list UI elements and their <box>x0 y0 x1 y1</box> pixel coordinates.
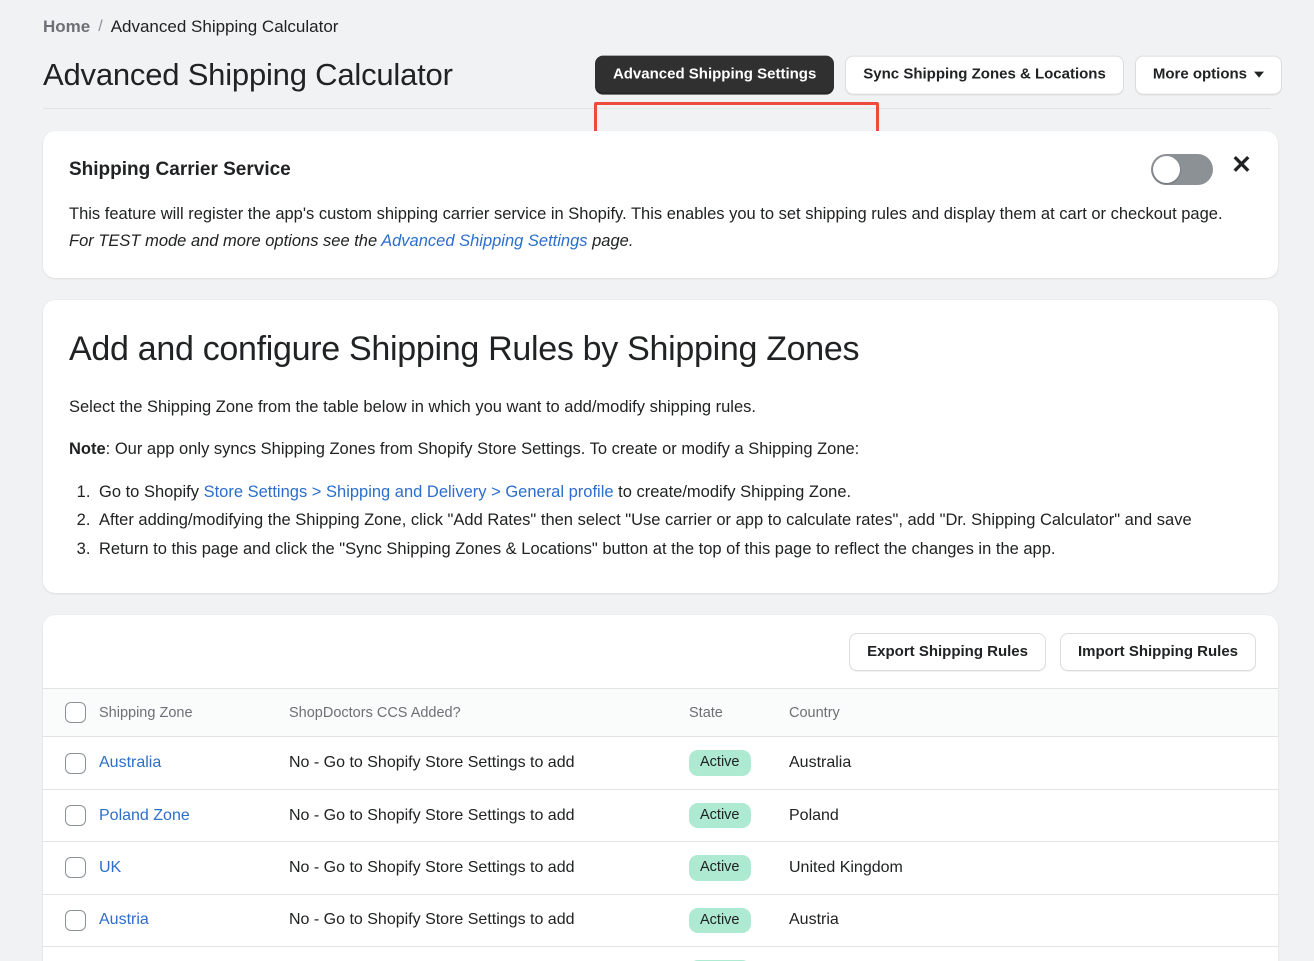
step-prefix: Go to Shopify <box>99 482 204 501</box>
column-header-shipping-zone[interactable]: Shipping Zone <box>93 688 283 738</box>
cell-shipping-zone: UK <box>93 841 283 895</box>
more-options-button[interactable]: More options <box>1134 55 1282 95</box>
cell-country: Austria <box>783 894 1278 948</box>
select-all-header <box>43 688 93 738</box>
breadcrumb-separator: / <box>98 18 103 35</box>
shipping-carrier-service-card: Shipping Carrier Service ✕ This feature … <box>43 131 1278 279</box>
header-actions: Advanced Shipping Settings Sync Shipping… <box>594 55 1282 95</box>
cell-ccs-added: No - Go to Shopify Store Settings to add <box>283 841 683 895</box>
list-item: Go to Shopify Store Settings > Shipping … <box>95 479 1252 506</box>
shipping-zone-link[interactable]: Poland Zone <box>99 807 190 824</box>
cell-country: Poland <box>783 789 1278 843</box>
chevron-down-icon <box>1254 71 1264 78</box>
import-shipping-rules-button[interactable]: Import Shipping Rules <box>1060 632 1256 672</box>
step-prefix: Return to this page and click the "Sync … <box>99 540 1056 558</box>
header-divider <box>43 108 1271 109</box>
row-checkbox[interactable] <box>65 805 86 827</box>
breadcrumb: Home / Advanced Shipping Calculator <box>32 0 1282 42</box>
step-prefix: After adding/modifying the Shipping Zone… <box>99 511 1192 530</box>
list-item: After adding/modifying the Shipping Zone… <box>95 507 1252 534</box>
note-label: Note <box>69 440 106 458</box>
carrier-card-title: Shipping Carrier Service <box>69 159 291 180</box>
step-suffix: to create/modify Shipping Zone. <box>613 482 852 501</box>
page-root: Home / Advanced Shipping Calculator Adva… <box>0 0 1314 961</box>
note-body: : Our app only syncs Shipping Zones from… <box>105 440 860 458</box>
status-badge: Active <box>689 855 751 881</box>
cell-state: Active <box>683 736 783 790</box>
table-row[interactable]: US Alaska/Hawaii No - Go to Shopify Stor… <box>43 946 1278 961</box>
table-row[interactable]: UK No - Go to Shopify Store Settings to … <box>43 841 1278 895</box>
cell-state: Active <box>683 894 783 948</box>
shipping-zone-link[interactable]: UK <box>99 859 121 876</box>
cell-ccs-added: No - Go to Shopify Store Settings to add <box>283 894 683 948</box>
table-row[interactable]: Australia No - Go to Shopify Store Setti… <box>43 736 1278 790</box>
cell-ccs-added: No - Go to Shopify Store Settings to add <box>283 736 683 790</box>
carrier-body-text: This feature will register the app's cus… <box>69 205 1223 223</box>
row-select-cell <box>43 946 93 961</box>
cell-shipping-zone: Australia <box>93 736 283 790</box>
row-select-cell <box>43 736 93 790</box>
cell-shipping-zone: Austria <box>93 894 283 948</box>
store-settings-link[interactable]: Store Settings > Shipping and Delivery >… <box>204 483 614 501</box>
row-checkbox[interactable] <box>65 909 86 931</box>
carrier-card-header: Shipping Carrier Service ✕ <box>69 153 1252 186</box>
cell-shipping-zone: Poland Zone <box>93 789 283 843</box>
export-shipping-rules-button[interactable]: Export Shipping Rules <box>849 632 1046 672</box>
shipping-zone-link[interactable]: Australia <box>99 754 161 771</box>
breadcrumb-home-link[interactable]: Home <box>43 17 90 37</box>
column-header-state[interactable]: State <box>683 688 783 738</box>
rules-note-text: Note: Our app only syncs Shipping Zones … <box>69 437 1252 463</box>
table-row[interactable]: Poland Zone No - Go to Shopify Store Set… <box>43 789 1278 843</box>
table-body: Australia No - Go to Shopify Store Setti… <box>43 736 1278 961</box>
rules-intro-text: Select the Shipping Zone from the table … <box>69 398 756 417</box>
toggle-knob <box>1153 156 1181 183</box>
cell-country: United Kingdom <box>783 841 1278 895</box>
status-badge: Active <box>689 750 751 776</box>
row-checkbox[interactable] <box>65 857 86 879</box>
row-select-cell <box>43 894 93 948</box>
cell-state: Active <box>683 841 783 895</box>
cell-state: Active <box>683 946 783 961</box>
page-header: Advanced Shipping Calculator Advanced Sh… <box>32 42 1282 159</box>
advanced-shipping-settings-link[interactable]: Advanced Shipping Settings <box>381 232 587 250</box>
carrier-card-body: This feature will register the app's cus… <box>69 201 1244 254</box>
table-header-row: Shipping Zone ShopDoctors CCS Added? Sta… <box>43 688 1278 738</box>
status-badge: Active <box>689 907 751 934</box>
rules-card-title: Add and configure Shipping Rules by Ship… <box>69 330 860 369</box>
sync-shipping-zones-button[interactable]: Sync Shipping Zones & Locations <box>845 55 1124 95</box>
list-item: Return to this page and click the "Sync … <box>95 536 1252 563</box>
rules-steps-list: Go to Shopify Store Settings > Shipping … <box>95 479 1252 563</box>
carrier-service-toggle[interactable] <box>1151 154 1214 185</box>
cell-ccs-added: No - Go to Shopify Store Settings to add <box>283 946 683 961</box>
cell-shipping-zone: US Alaska/Hawaii <box>93 946 283 961</box>
table-head: Shipping Zone ShopDoctors CCS Added? Sta… <box>43 688 1278 738</box>
row-select-cell <box>43 841 93 895</box>
shipping-zones-table: Shipping Zone ShopDoctors CCS Added? Sta… <box>43 688 1278 961</box>
column-header-country[interactable]: Country <box>783 688 1278 738</box>
table-row[interactable]: Austria No - Go to Shopify Store Setting… <box>43 894 1278 948</box>
page-title: Advanced Shipping Calculator <box>43 57 453 92</box>
select-all-checkbox[interactable] <box>65 702 86 724</box>
breadcrumb-current: Advanced Shipping Calculator <box>110 17 339 36</box>
carrier-body-italic-suffix: page. <box>587 231 634 250</box>
advanced-shipping-settings-button[interactable]: Advanced Shipping Settings <box>594 55 835 95</box>
column-header-ccs-added[interactable]: ShopDoctors CCS Added? <box>283 688 683 738</box>
more-options-label: More options <box>1152 65 1247 83</box>
cell-country: Australia <box>783 736 1278 790</box>
row-select-cell <box>43 789 93 843</box>
cell-state: Active <box>683 789 783 843</box>
shipping-zone-link[interactable]: Austria <box>99 911 149 928</box>
carrier-body-italic-prefix: For TEST mode and more options see the <box>69 231 382 250</box>
table-actions: Export Shipping Rules Import Shipping Ru… <box>43 632 1278 689</box>
row-checkbox[interactable] <box>65 752 86 774</box>
shipping-rules-info-card: Add and configure Shipping Rules by Ship… <box>43 300 1278 593</box>
shipping-zones-table-card: Export Shipping Rules Import Shipping Ru… <box>43 614 1278 961</box>
status-badge: Active <box>689 802 751 829</box>
close-icon[interactable]: ✕ <box>1231 153 1252 186</box>
cell-ccs-added: No - Go to Shopify Store Settings to add <box>283 789 683 843</box>
cell-country: United States (2 / 62 provinces) <box>783 946 1278 961</box>
carrier-card-controls: ✕ <box>1151 153 1252 186</box>
